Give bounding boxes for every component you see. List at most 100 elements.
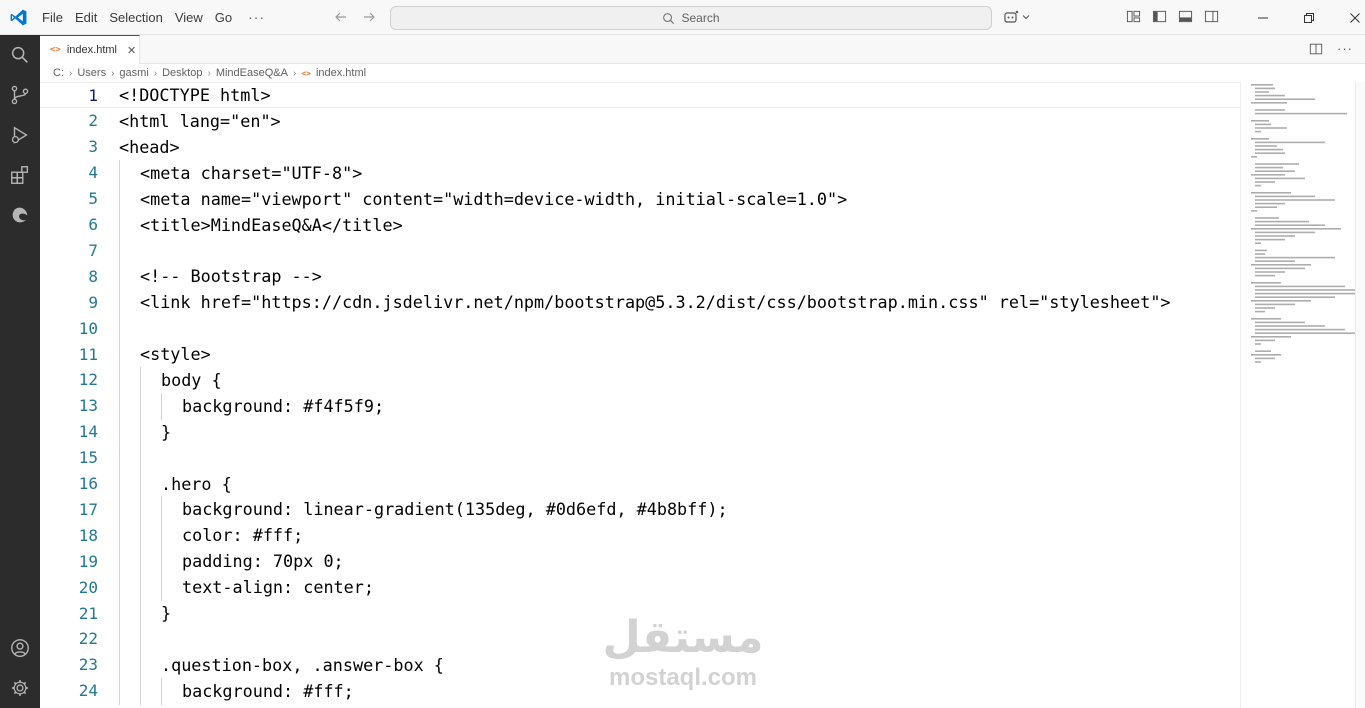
breadcrumb-item[interactable]: Users	[77, 67, 106, 79]
indent-guide	[119, 263, 120, 291]
accounts-icon[interactable]	[0, 628, 40, 668]
minimize-button[interactable]	[1240, 0, 1286, 35]
chevron-right-icon: ›	[69, 67, 73, 79]
code-line[interactable]: 10	[40, 315, 1240, 342]
go-back-icon[interactable]	[332, 8, 350, 26]
code-line[interactable]: 11 <style>	[40, 341, 1240, 368]
code-line[interactable]: 16 .hero {	[40, 470, 1240, 498]
code-line[interactable]: 6 <title>MindEaseQ&A</title>	[40, 211, 1240, 239]
code-text: background: linear-gradient(135deg, #0d6…	[182, 499, 728, 520]
code-line[interactable]: 14}	[40, 418, 1240, 446]
extensions-icon[interactable]	[0, 155, 40, 195]
minimap-line	[1251, 102, 1287, 104]
minimap-line	[1255, 292, 1355, 295]
line-number: 3	[88, 137, 98, 157]
indent-guide	[161, 677, 162, 705]
code-line[interactable]: 5 <meta name="viewport" content="width=de…	[40, 185, 1240, 213]
minimap-line	[1255, 170, 1295, 172]
breadcrumb-item[interactable]: C:	[53, 67, 64, 79]
code-line[interactable]: 8 <!-- Bootstrap -->	[40, 263, 1240, 291]
copilot-menu-button[interactable]	[1004, 8, 1034, 26]
menu-more-icon[interactable]: ···	[238, 0, 275, 35]
code-line[interactable]: 4 <meta charset="UTF-8">	[40, 159, 1240, 187]
minimap-line	[1255, 307, 1275, 309]
menu-view[interactable]: View	[169, 0, 209, 35]
customize-layout-icon[interactable]	[1126, 9, 1141, 24]
split-editor-icon[interactable]	[1309, 42, 1323, 56]
edge-devtools-icon[interactable]	[0, 195, 40, 235]
go-forward-icon[interactable]	[360, 8, 378, 26]
breadcrumb-file[interactable]: index.html	[316, 67, 366, 79]
minimap-line	[1255, 166, 1283, 169]
minimap-line	[1251, 138, 1269, 140]
explorer-icon[interactable]	[0, 35, 40, 75]
settings-gear-icon[interactable]	[0, 668, 40, 708]
menu-selection[interactable]: Selection	[103, 0, 168, 35]
indent-guide	[119, 211, 120, 239]
indent-guide	[119, 496, 120, 524]
code-line[interactable]: 18 color: #fff;	[40, 522, 1240, 550]
toggle-primary-sidebar-icon[interactable]	[1152, 9, 1167, 24]
indent-guide	[140, 444, 141, 472]
minimap-line	[1255, 217, 1279, 219]
code-text: }	[161, 603, 172, 623]
indent-guide	[140, 600, 141, 627]
code-text: text-align: center;	[182, 577, 374, 598]
indent-guide	[119, 392, 120, 420]
code-line[interactable]: 19 padding: 70px 0;	[40, 548, 1240, 576]
toggle-secondary-sidebar-icon[interactable]	[1204, 9, 1219, 24]
minimap-line	[1251, 84, 1273, 86]
source-control-icon[interactable]	[0, 75, 40, 115]
tab-index-html[interactable]: <> index.html ✕	[40, 35, 140, 64]
run-debug-icon[interactable]	[0, 115, 40, 155]
toggle-panel-icon[interactable]	[1178, 9, 1193, 24]
code-line[interactable]: 20 text-align: center;	[40, 574, 1240, 601]
command-center-search[interactable]: Search	[390, 6, 992, 30]
close-icon	[1350, 12, 1360, 23]
code-line[interactable]: 12 body {	[40, 366, 1240, 394]
menu-file[interactable]: File	[36, 0, 69, 35]
code-text: .question-box, .answer-box {	[161, 654, 444, 675]
menu-go[interactable]: Go	[209, 0, 238, 35]
minimap-line	[1255, 339, 1275, 342]
more-actions-icon[interactable]: ···	[1337, 41, 1353, 56]
code-line[interactable]: 13 background: #f4f5f9;	[40, 392, 1240, 420]
code-line[interactable]: 17 background: linear-gradient(135deg, #0…	[40, 496, 1240, 524]
chevron-right-icon: ›	[207, 67, 211, 79]
minimap-line	[1255, 289, 1355, 291]
chevron-down-icon	[1022, 15, 1030, 20]
vscode-logo-icon[interactable]	[9, 8, 28, 27]
minimap-line	[1255, 199, 1335, 201]
code-line[interactable]: 9 <link href="https://cdn.jsdelivr.net/np…	[40, 289, 1240, 317]
close-window-button[interactable]	[1332, 0, 1365, 35]
code-line[interactable]: 1 <!DOCTYPE html>	[40, 82, 1240, 108]
code-line[interactable]: 7	[40, 237, 1240, 265]
indent-guide	[140, 651, 141, 679]
indent-guide	[140, 366, 141, 394]
breadcrumb-item[interactable]: MindEaseQ&A	[216, 67, 288, 79]
restore-button[interactable]	[1286, 0, 1332, 35]
code-line[interactable]: 2 <html lang="en">	[40, 108, 1240, 134]
code-text: color: #fff;	[182, 525, 304, 546]
minimap-line	[1255, 267, 1305, 270]
menu-edit[interactable]: Edit	[69, 0, 103, 35]
code-line[interactable]: 3 <head>	[40, 134, 1240, 160]
minimap-line	[1255, 235, 1295, 237]
indent-guide	[161, 548, 162, 576]
vertical-scrollbar[interactable]	[1355, 82, 1365, 708]
minimap-line	[1255, 271, 1285, 273]
minimap-line	[1251, 282, 1281, 284]
line-number: 6	[88, 215, 98, 234]
indent-guide	[161, 522, 162, 550]
minimap-line	[1251, 336, 1291, 338]
code-line[interactable]: 15	[40, 444, 1240, 472]
breadcrumb-item[interactable]: Desktop	[162, 67, 202, 79]
code-text: background: #fff;	[182, 680, 354, 701]
breadcrumb-item[interactable]: gasmi	[119, 67, 148, 79]
minimap-line	[1255, 332, 1355, 334]
minimap-line	[1255, 285, 1345, 288]
minimap-line	[1255, 148, 1283, 151]
close-tab-icon[interactable]: ✕	[127, 44, 136, 57]
minimap[interactable]	[1240, 82, 1355, 708]
minimap-line	[1255, 260, 1295, 262]
